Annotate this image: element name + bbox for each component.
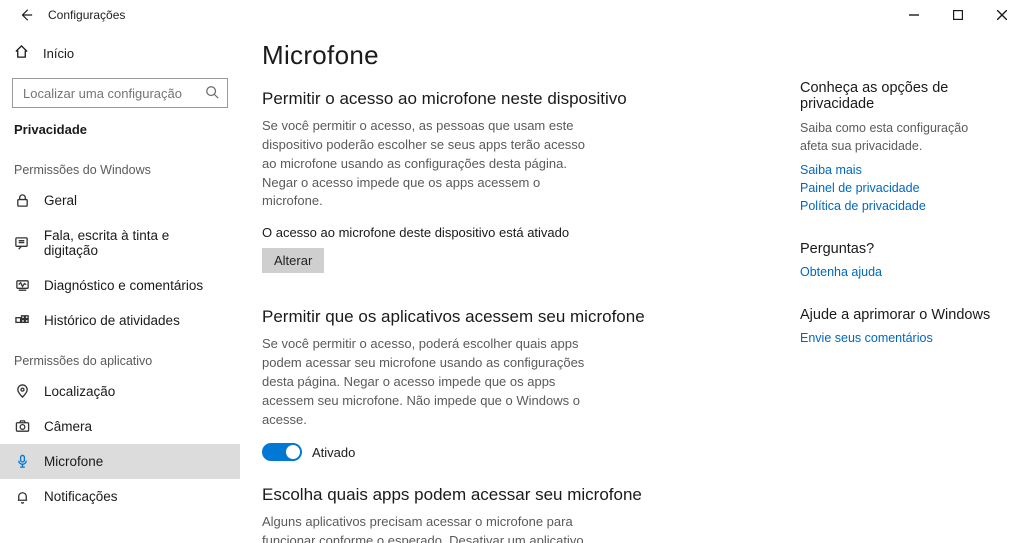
section2-desc: Se você permitir o acesso, poderá escolh…	[262, 335, 602, 429]
right-block-privacy-options: Conheça as opções de privacidade Saiba c…	[800, 80, 1006, 213]
minimize-button[interactable]	[892, 0, 936, 30]
main-content[interactable]: Microfone Permitir o acesso ao microfone…	[240, 30, 800, 543]
sidebar-item-label: Notificações	[44, 489, 118, 504]
sidebar-item-label: Localização	[44, 384, 115, 399]
sidebar-item-camera[interactable]: Câmera	[0, 409, 240, 444]
right-column: Conheça as opções de privacidade Saiba c…	[800, 30, 1020, 543]
sidebar-item-notifications[interactable]: Notificações	[0, 479, 240, 514]
sidebar-item-label: Fala, escrita à tinta e digitação	[44, 228, 226, 258]
bell-icon	[14, 489, 30, 504]
group-windows-permissions: Permissões do Windows	[0, 147, 240, 183]
apps-access-toggle-label: Ativado	[312, 445, 355, 460]
maximize-icon	[953, 10, 963, 20]
link-learn-more[interactable]: Saiba mais	[800, 163, 1006, 177]
sidebar-item-label: Histórico de atividades	[44, 313, 180, 328]
home-icon	[14, 44, 29, 62]
right-title-3: Ajude a aprimorar o Windows	[800, 307, 1006, 323]
titlebar: Configurações	[0, 0, 1024, 30]
sidebar[interactable]: Início Privacidade Permissões do Windows…	[0, 30, 240, 543]
sidebar-item-label: Câmera	[44, 419, 92, 434]
maximize-button[interactable]	[936, 0, 980, 30]
link-privacy-dashboard[interactable]: Painel de privacidade	[800, 181, 1006, 195]
section3-desc: Alguns aplicativos precisam acessar o mi…	[262, 513, 602, 543]
right-block-improve: Ajude a aprimorar o Windows Envie seus c…	[800, 307, 1006, 345]
sidebar-item-microphone[interactable]: Microfone	[0, 444, 240, 479]
toggle-knob	[286, 445, 300, 459]
right-title-2: Perguntas?	[800, 241, 1006, 257]
close-icon	[997, 10, 1007, 20]
location-icon	[14, 384, 30, 399]
lock-icon	[14, 193, 30, 208]
home-item[interactable]: Início	[0, 36, 240, 70]
sidebar-item-label: Microfone	[44, 454, 103, 469]
sidebar-item-speech[interactable]: Fala, escrita à tinta e digitação	[0, 218, 240, 268]
section3-title: Escolha quais apps podem acessar seu mic…	[262, 485, 776, 505]
search-input[interactable]	[21, 85, 201, 102]
minimize-icon	[909, 10, 919, 20]
back-button[interactable]	[12, 8, 40, 22]
sidebar-item-diagnostics[interactable]: Diagnóstico e comentários	[0, 268, 240, 303]
page-title: Microfone	[262, 40, 776, 71]
apps-access-toggle[interactable]	[262, 443, 302, 461]
history-icon	[14, 313, 30, 328]
camera-icon	[14, 419, 30, 434]
close-button[interactable]	[980, 0, 1024, 30]
privacy-heading: Privacidade	[0, 118, 240, 147]
body: Início Privacidade Permissões do Windows…	[0, 30, 1024, 543]
search-icon	[205, 85, 219, 102]
device-mic-status: O acesso ao microfone deste dispositivo …	[262, 225, 776, 240]
search-box[interactable]	[12, 78, 228, 108]
window-title: Configurações	[48, 8, 125, 22]
diagnostics-icon	[14, 278, 30, 293]
section2-title: Permitir que os aplicativos acessem seu …	[262, 307, 776, 327]
section1-desc: Se você permitir o acesso, as pessoas qu…	[262, 117, 602, 211]
right-title-1: Conheça as opções de privacidade	[800, 80, 1006, 112]
change-button[interactable]: Alterar	[262, 248, 324, 273]
sidebar-item-activity-history[interactable]: Histórico de atividades	[0, 303, 240, 338]
microphone-icon	[14, 454, 30, 469]
sidebar-item-label: Geral	[44, 193, 77, 208]
sidebar-item-location[interactable]: Localização	[0, 374, 240, 409]
settings-window: Configurações Início	[0, 0, 1024, 543]
link-give-feedback[interactable]: Envie seus comentários	[800, 331, 1006, 345]
link-get-help[interactable]: Obtenha ajuda	[800, 265, 1006, 279]
link-privacy-policy[interactable]: Política de privacidade	[800, 199, 1006, 213]
right-block-questions: Perguntas? Obtenha ajuda	[800, 241, 1006, 279]
group-app-permissions: Permissões do aplicativo	[0, 338, 240, 374]
section1-title: Permitir o acesso ao microfone neste dis…	[262, 89, 776, 109]
content-wrap: Microfone Permitir o acesso ao microfone…	[240, 30, 1024, 543]
sidebar-item-label: Diagnóstico e comentários	[44, 278, 203, 293]
speech-icon	[14, 236, 30, 251]
arrow-left-icon	[19, 8, 33, 22]
home-label: Início	[43, 46, 74, 61]
right-text-1: Saiba como esta configuração afeta sua p…	[800, 120, 990, 155]
apps-access-toggle-row: Ativado	[262, 443, 776, 461]
sidebar-item-general[interactable]: Geral	[0, 183, 240, 218]
